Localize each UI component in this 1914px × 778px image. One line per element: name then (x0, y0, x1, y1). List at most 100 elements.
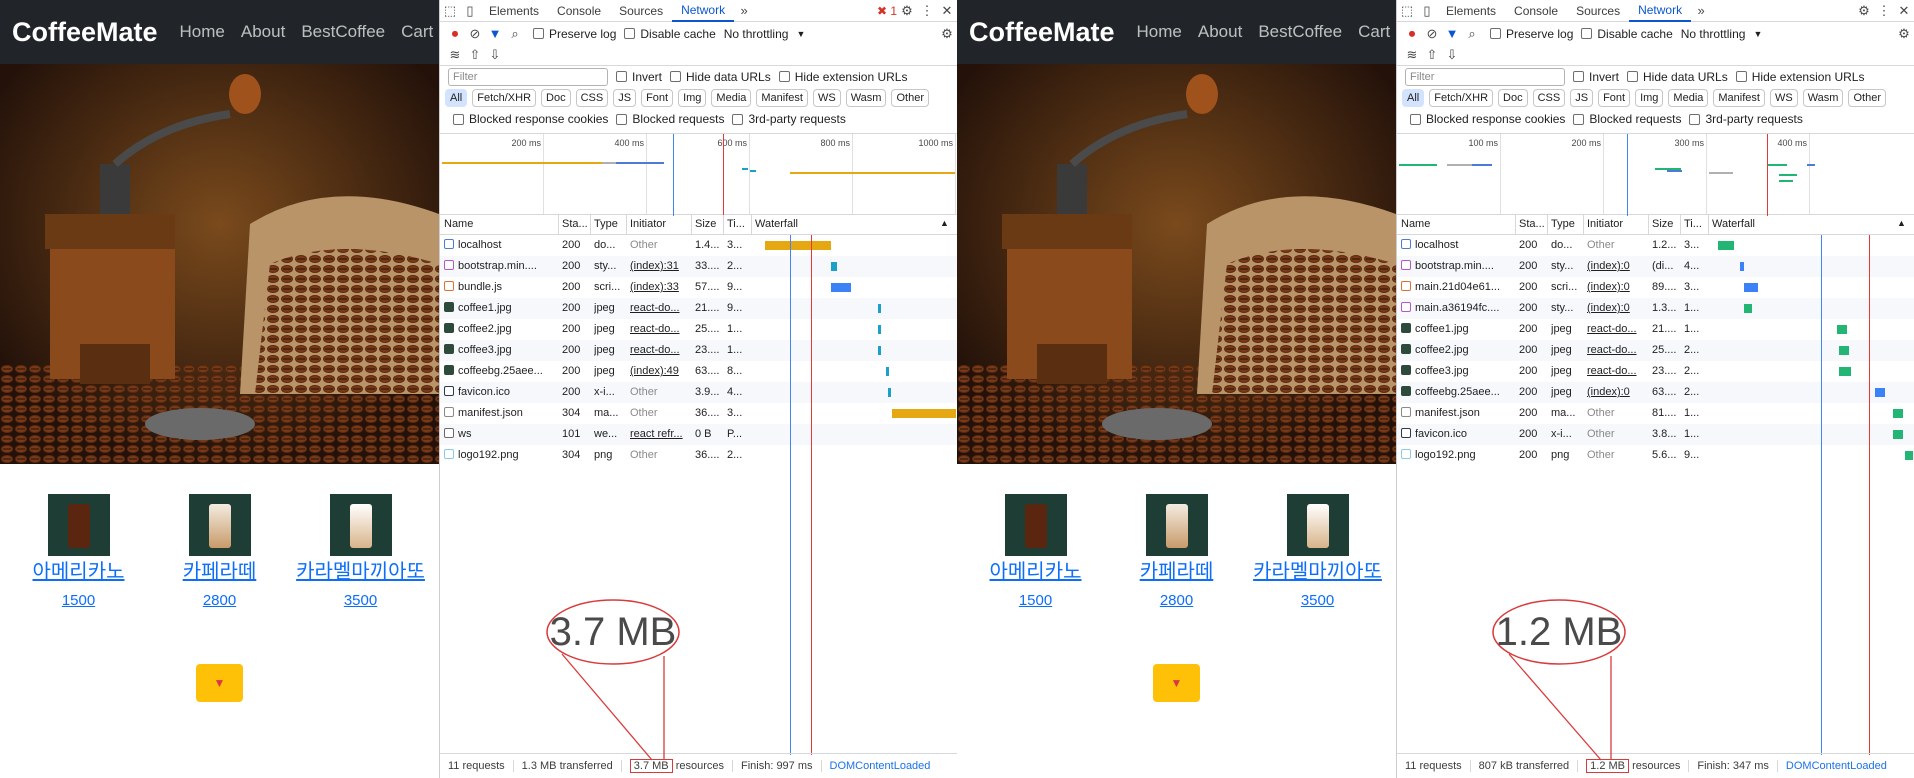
request-row[interactable]: localhost 200 do... Other 1.2... 3... (1397, 235, 1914, 256)
type-filter-all[interactable]: All (1402, 89, 1425, 107)
product-card[interactable]: 카페라떼 2800 (155, 494, 285, 609)
hide-data-urls-checkbox[interactable] (1627, 71, 1639, 82)
product-name-link[interactable]: 카라멜마끼아또 (296, 560, 426, 584)
product-price-link[interactable]: 1500 (14, 592, 144, 609)
type-filter-fetch[interactable]: Fetch/XHR (472, 89, 537, 107)
hide-extension-urls-checkbox[interactable] (778, 71, 790, 82)
nav-home[interactable]: Home (180, 22, 225, 42)
type-filter-js[interactable]: JS (613, 89, 637, 107)
request-name[interactable]: ws (458, 428, 471, 440)
import-har-icon[interactable]: ⇧ (1422, 47, 1442, 63)
error-count-badge[interactable]: ✖ 1 (754, 4, 897, 18)
close-icon[interactable]: ✕ (937, 3, 957, 19)
request-name[interactable]: logo192.png (458, 449, 519, 461)
request-row[interactable]: coffee1.jpg 200 jpeg react-do... 21.... 9... (440, 298, 957, 319)
column-divider[interactable] (1583, 215, 1584, 234)
request-row[interactable]: logo192.png 304 png Other 36.... 2... (440, 445, 957, 466)
type-filter-manifest[interactable]: Manifest (1713, 89, 1765, 107)
request-row[interactable]: coffee1.jpg 200 jpeg react-do... 21.... 1... (1397, 319, 1914, 340)
third-party-checkbox[interactable] (732, 113, 744, 125)
brand-logo[interactable]: CoffeeMate (969, 17, 1115, 48)
request-name[interactable]: main.a36194fc.... (1415, 302, 1499, 314)
col-name-header[interactable]: Name (444, 218, 558, 230)
blocked-cookies-checkbox[interactable] (453, 113, 464, 125)
request-row[interactable]: main.a36194fc.... 200 sty... (index):0 1.3..… (1397, 298, 1914, 319)
type-filter-other[interactable]: Other (891, 89, 929, 107)
kebab-menu-icon[interactable]: ⋮ (1874, 3, 1894, 19)
blocked-requests-checkbox[interactable] (616, 113, 628, 125)
product-card[interactable]: 카라멜마끼아또 3500 (296, 494, 426, 609)
product-name-link[interactable]: 아메리카노 (14, 560, 144, 584)
nav-about[interactable]: About (1198, 22, 1242, 42)
more-tabs-icon[interactable]: » (1691, 3, 1711, 18)
nav-cart[interactable]: Cart (1358, 22, 1390, 42)
tab-network[interactable]: Network (1629, 0, 1692, 22)
dropdown-arrow-icon[interactable]: ▼ (1753, 29, 1762, 39)
tab-console[interactable]: Console (1505, 4, 1567, 18)
invert-checkbox[interactable] (1573, 71, 1584, 82)
request-row[interactable]: bundle.js 200 scri... (index):33 57.... 9... (440, 277, 957, 298)
product-name-link[interactable]: 카페라떼 (155, 560, 285, 584)
blocked-cookies-checkbox[interactable] (1410, 113, 1421, 125)
type-filter-other[interactable]: Other (1848, 89, 1886, 107)
product-image[interactable] (188, 494, 251, 556)
product-price-link[interactable]: 3500 (1253, 592, 1383, 609)
request-initiator[interactable]: react-do... (1587, 365, 1647, 377)
request-row[interactable]: bootstrap.min.... 200 sty... (index):31 33..… (440, 256, 957, 277)
col-size-header[interactable]: Size (1652, 218, 1680, 230)
type-filter-media[interactable]: Media (1668, 89, 1709, 107)
hide-data-urls-checkbox[interactable] (670, 71, 682, 82)
column-divider[interactable] (1680, 215, 1681, 234)
request-initiator[interactable]: react-do... (630, 323, 690, 335)
close-icon[interactable]: ✕ (1894, 3, 1914, 19)
product-image[interactable] (1286, 494, 1349, 556)
type-filter-manifest[interactable]: Manifest (756, 89, 808, 107)
request-initiator[interactable]: react-do... (630, 344, 690, 356)
column-divider[interactable] (751, 215, 752, 234)
request-initiator[interactable]: react-do... (1587, 344, 1647, 356)
type-filter-doc[interactable]: Doc (541, 89, 571, 107)
request-row[interactable]: coffee3.jpg 200 jpeg react-do... 23.... 1... (440, 340, 957, 361)
request-row[interactable]: coffeebg.25aee... 200 jpeg (index):0 63.... 2… (1397, 382, 1914, 403)
blocked-requests-checkbox[interactable] (1573, 113, 1585, 125)
third-party-checkbox[interactable] (1689, 113, 1701, 125)
product-image[interactable] (47, 494, 110, 556)
product-image[interactable] (1004, 494, 1067, 556)
request-name[interactable]: coffeebg.25aee... (1415, 386, 1500, 398)
nav-home[interactable]: Home (1137, 22, 1182, 42)
throttling-select[interactable]: No throttling (724, 27, 789, 41)
type-filter-js[interactable]: JS (1570, 89, 1594, 107)
search-icon[interactable]: ⌕ (505, 26, 525, 42)
column-divider[interactable] (1648, 215, 1649, 234)
type-filter-font[interactable]: Font (641, 89, 674, 107)
network-overview-timeline[interactable]: 200 ms 400 ms 600 ms 800 ms 1000 ms (440, 133, 957, 216)
col-waterfall-header[interactable]: Waterfall (755, 218, 936, 230)
sort-arrow-icon[interactable]: ▲ (940, 218, 949, 228)
gear-icon[interactable]: ⚙ (897, 3, 917, 19)
request-initiator[interactable]: react-do... (630, 302, 690, 314)
product-price-link[interactable]: 3500 (296, 592, 426, 609)
kebab-menu-icon[interactable]: ⋮ (917, 3, 937, 19)
request-row[interactable]: logo192.png 200 png Other 5.6... 9... (1397, 445, 1914, 466)
request-name[interactable]: coffee1.jpg (1415, 323, 1469, 335)
request-name[interactable]: logo192.png (1415, 449, 1476, 461)
col-initiator-header[interactable]: Initiator (630, 218, 691, 230)
type-filter-doc[interactable]: Doc (1498, 89, 1528, 107)
type-filter-css[interactable]: CSS (1532, 89, 1566, 107)
request-initiator[interactable]: (index):0 (1587, 281, 1647, 293)
col-time-header[interactable]: Ti... (727, 218, 751, 230)
type-filter-img[interactable]: Img (1635, 89, 1664, 107)
load-more-button[interactable]: ▼ (196, 664, 243, 702)
product-image[interactable] (329, 494, 392, 556)
request-initiator[interactable]: (index):0 (1587, 260, 1647, 272)
preserve-log-checkbox[interactable] (1490, 28, 1501, 39)
request-name[interactable]: coffee2.jpg (1415, 344, 1469, 356)
nav-bestcoffee[interactable]: BestCoffee (301, 22, 385, 42)
dropdown-arrow-icon[interactable]: ▼ (796, 29, 805, 39)
col-status-header[interactable]: Sta... (562, 218, 590, 230)
request-name[interactable]: coffee2.jpg (458, 323, 512, 335)
tab-elements[interactable]: Elements (480, 4, 548, 18)
column-divider[interactable] (691, 215, 692, 234)
request-row[interactable]: coffee2.jpg 200 jpeg react-do... 25.... 2... (1397, 340, 1914, 361)
col-type-header[interactable]: Type (594, 218, 626, 230)
